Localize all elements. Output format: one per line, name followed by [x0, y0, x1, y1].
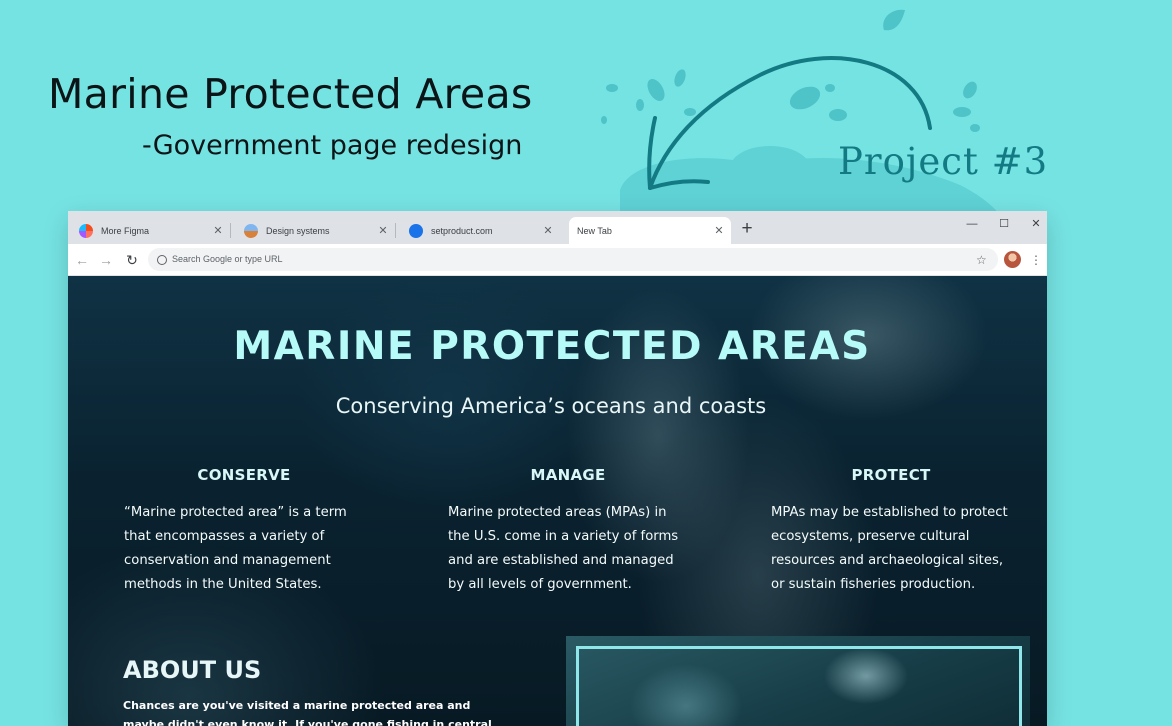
maximize-button[interactable]: ☐ [992, 214, 1016, 234]
tab-label: setproduct.com [431, 225, 493, 236]
page-content: MARINE PROTECTED AREAS Conserving Americ… [68, 276, 1047, 726]
presentation-title: Marine Protected Areas [48, 70, 533, 118]
design-systems-favicon [244, 223, 258, 238]
project-label: Project #3 [838, 140, 1049, 183]
search-icon [157, 255, 167, 265]
page-subtitle: Conserving America’s oceans and coasts [335, 394, 767, 418]
conserve-column: CONSERVE “Marine protected area” is a te… [124, 466, 364, 597]
column-text: Marine protected areas (MPAs) in the U.S… [448, 505, 679, 592]
photo-frame [576, 646, 1022, 726]
protect-column: PROTECT MPAs may be established to prote… [771, 466, 1011, 597]
column-heading: CONSERVE [197, 466, 291, 484]
address-bar[interactable]: Search Google or type URL [148, 248, 998, 271]
close-window-button[interactable]: ✕ [1024, 214, 1047, 234]
figma-logo-icon [79, 223, 93, 238]
minimize-button[interactable]: — [960, 214, 984, 234]
close-icon[interactable]: ✕ [711, 224, 727, 237]
tab-label: More Figma [101, 225, 150, 236]
new-tab-button[interactable]: + [736, 218, 758, 240]
profile-avatar[interactable] [1004, 251, 1021, 268]
tab-label: Design systems [266, 225, 330, 236]
column-text: MPAs may be established to protect ecosy… [771, 505, 1008, 592]
presentation-subtitle: -Government page redesign [142, 130, 523, 161]
diver-photo [566, 636, 1030, 726]
browser-window: More Figma ✕ Design systems ✕ setproduct… [68, 211, 1047, 726]
browser-toolbar: ← → ↻ Search Google or type URL ☆ ⋮ [68, 244, 1047, 276]
tab-more-figma[interactable]: More Figma ✕ [68, 217, 231, 244]
tab-setproduct[interactable]: setproduct.com ✕ [398, 217, 560, 244]
column-text: “Marine protected area” is a term that e… [124, 505, 347, 592]
close-icon[interactable]: ✕ [210, 224, 226, 237]
back-arrow-icon[interactable]: ← [72, 250, 92, 270]
column-heading: MANAGE [530, 466, 606, 484]
close-icon[interactable]: ✕ [375, 224, 391, 237]
forward-arrow-icon[interactable]: → [96, 250, 116, 270]
tab-bar: More Figma ✕ Design systems ✕ setproduct… [68, 211, 1047, 244]
reload-icon[interactable]: ↻ [122, 250, 142, 270]
tab-label: New Tab [577, 225, 612, 236]
setproduct-favicon [409, 223, 423, 238]
tab-new-tab[interactable]: New Tab ✕ [569, 217, 731, 244]
tab-separator [230, 223, 231, 238]
address-bar-placeholder: Search Google or type URL [172, 254, 283, 264]
column-heading: PROTECT [851, 466, 931, 484]
tab-design-systems[interactable]: Design systems ✕ [233, 217, 396, 244]
close-icon[interactable]: ✕ [540, 224, 556, 237]
tab-separator [395, 223, 396, 238]
about-title: ABOUT US [123, 656, 262, 684]
manage-column: MANAGE Marine protected areas (MPAs) in … [448, 466, 688, 597]
kebab-menu-icon[interactable]: ⋮ [1030, 250, 1042, 270]
about-text: Chances are you've visited a marine prot… [123, 699, 492, 726]
page-title: MARINE PROTECTED AREAS [233, 324, 871, 369]
bookmark-star-icon[interactable]: ☆ [976, 250, 987, 270]
